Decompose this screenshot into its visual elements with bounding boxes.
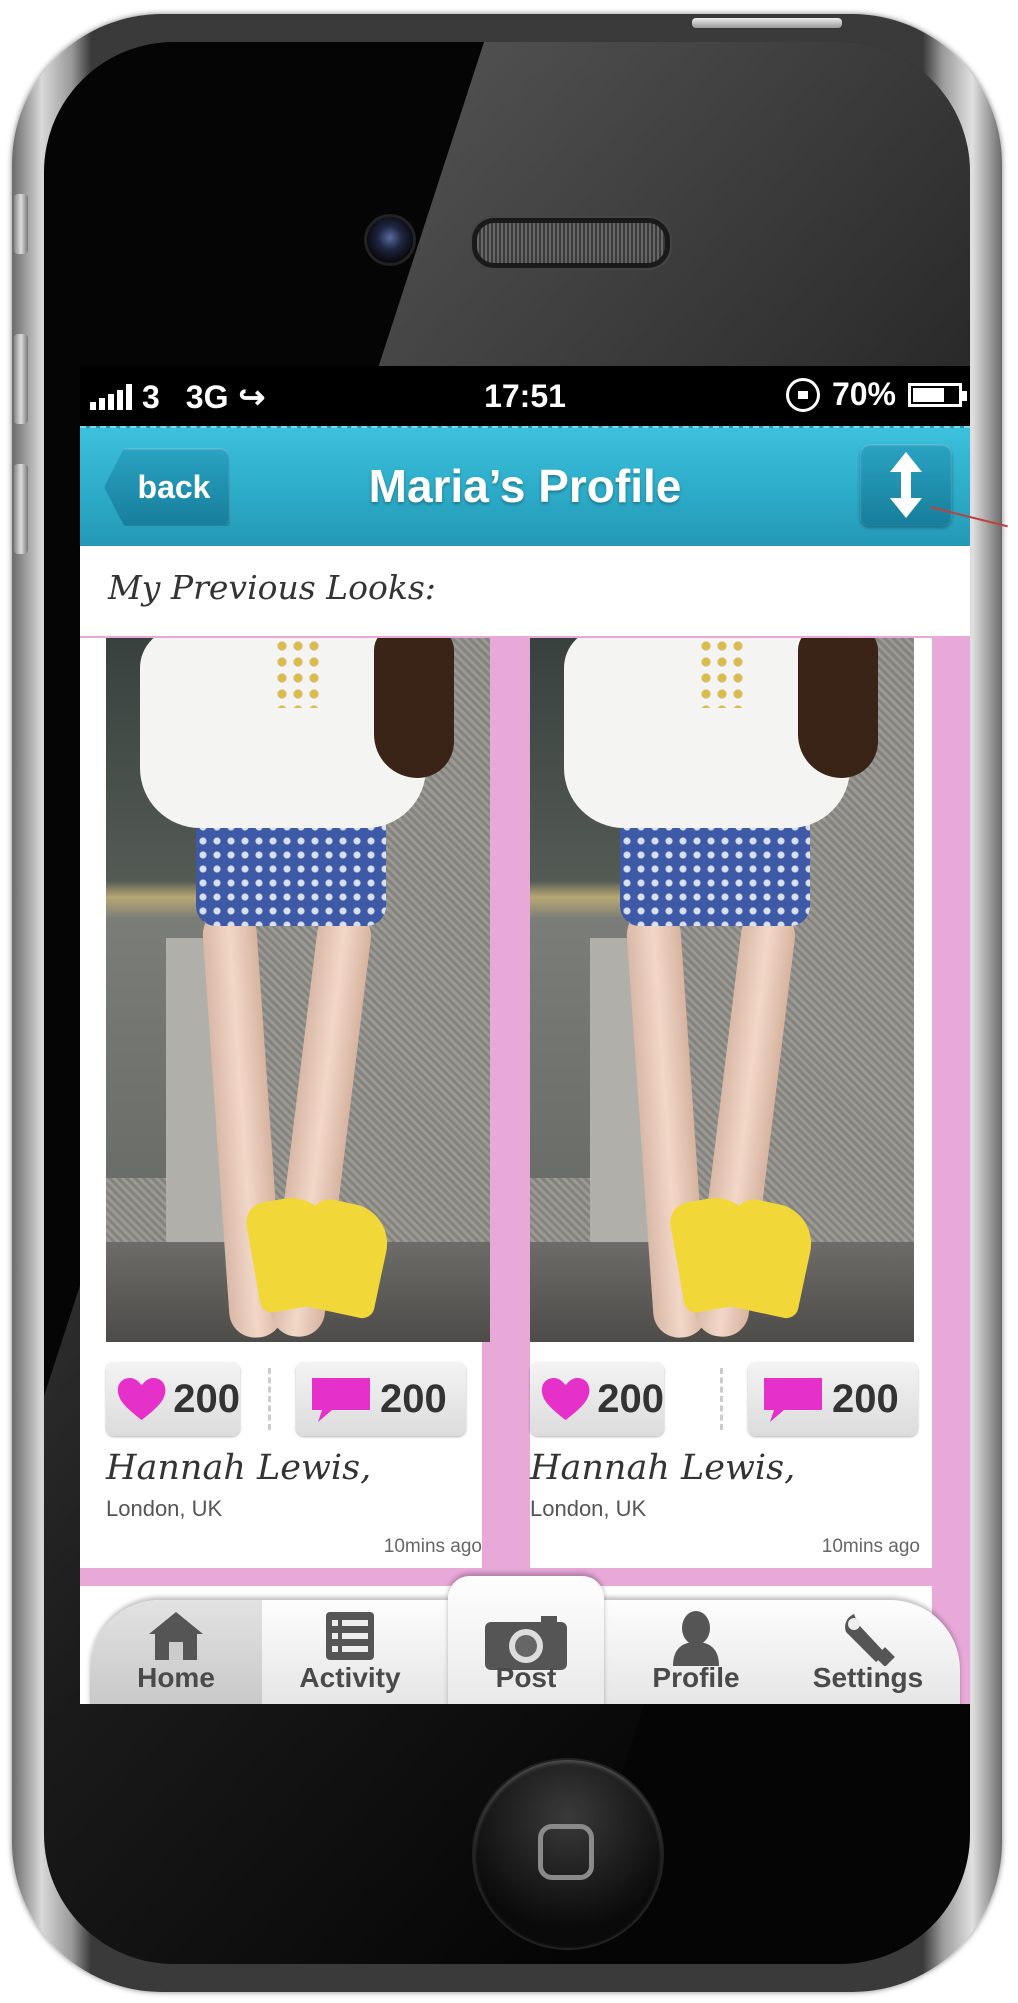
- navigation-bar: Maria’s Profile back: [80, 426, 970, 546]
- section-title: My Previous Looks:: [108, 568, 436, 607]
- post-time: 10mins ago: [383, 1536, 482, 1557]
- author-name[interactable]: Hannah Lewis,: [530, 1448, 795, 1488]
- rotation-lock-icon: [785, 377, 820, 412]
- wrench-icon: [845, 1614, 895, 1666]
- home-button[interactable]: [474, 1760, 662, 1948]
- back-button[interactable]: back: [104, 448, 230, 526]
- comment-count: 200: [832, 1376, 899, 1421]
- like-count: 200: [173, 1376, 240, 1421]
- tab-profile[interactable]: Profile: [610, 1600, 782, 1704]
- look-photo[interactable]: [530, 638, 914, 1342]
- tab-home[interactable]: Home: [90, 1600, 262, 1704]
- stat-divider: [720, 1368, 723, 1430]
- author-name[interactable]: Hannah Lewis,: [106, 1448, 371, 1488]
- mute-switch: [14, 194, 28, 254]
- look-photo[interactable]: [106, 638, 490, 1342]
- like-count: 200: [597, 1376, 664, 1421]
- battery-level: [913, 387, 944, 402]
- power-button: [692, 18, 842, 28]
- tab-bar: Home Activity Post Profile Settings: [80, 1576, 970, 1704]
- author-location: London, UK: [106, 1496, 223, 1521]
- volume-up-button: [14, 334, 28, 424]
- tab-label: Post: [495, 1662, 557, 1693]
- look-card[interactable]: 200 200 Hannah Lewis, London, UK 10mins …: [530, 638, 932, 1568]
- battery-icon: [908, 382, 967, 407]
- tab-activity[interactable]: Activity: [264, 1600, 436, 1704]
- battery-percent: 70%: [831, 376, 896, 412]
- stat-divider: [268, 1368, 271, 1430]
- tab-label: Activity: [299, 1662, 401, 1693]
- status-bar: 3 3G ↪ 17:51 70%: [80, 366, 970, 426]
- author-location: London, UK: [530, 1496, 647, 1521]
- app-screen: 3 3G ↪ 17:51 70% Maria’s Profile back My…: [80, 366, 970, 1704]
- tab-label: Settings: [812, 1662, 924, 1693]
- heart-icon: [541, 1377, 590, 1421]
- like-button[interactable]: 200: [530, 1362, 664, 1436]
- earpiece-speaker: [472, 218, 670, 268]
- tab-settings[interactable]: Settings: [782, 1600, 954, 1704]
- like-button[interactable]: 200: [106, 1362, 240, 1436]
- home-square-icon: [538, 1824, 594, 1880]
- look-card[interactable]: 200 200 Hannah Lewis, London, UK 10mins …: [80, 638, 490, 1568]
- house-icon: [149, 1612, 203, 1660]
- status-right: 70%: [785, 376, 967, 413]
- person-icon: [673, 1611, 719, 1666]
- comment-button[interactable]: 200: [748, 1362, 918, 1436]
- tab-post[interactable]: Post: [440, 1576, 612, 1704]
- volume-down-button: [14, 464, 28, 554]
- heart-icon: [117, 1377, 166, 1421]
- section-header: My Previous Looks:: [80, 546, 970, 636]
- post-time: 10mins ago: [821, 1536, 920, 1557]
- up-down-arrow-icon: [890, 452, 922, 518]
- comment-bubble-icon: [312, 1378, 370, 1422]
- comment-bubble-icon: [764, 1378, 822, 1422]
- sort-button[interactable]: [860, 444, 952, 526]
- tab-label: Profile: [652, 1662, 740, 1693]
- list-icon: [326, 1612, 374, 1660]
- comment-button[interactable]: 200: [296, 1362, 466, 1436]
- front-camera: [364, 214, 416, 266]
- tab-label: Home: [137, 1662, 215, 1693]
- comment-count: 200: [380, 1376, 447, 1421]
